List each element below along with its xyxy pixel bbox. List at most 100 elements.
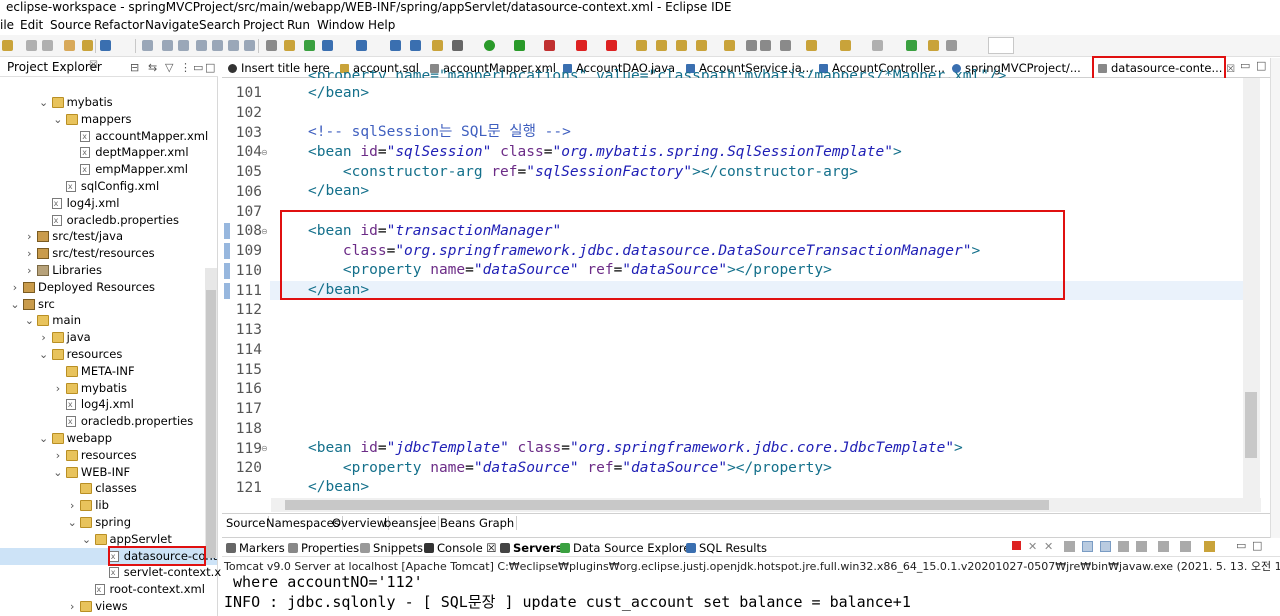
- fold-toggle-icon[interactable]: ⊖: [261, 148, 268, 157]
- previous-annotation-icon[interactable]: [780, 40, 791, 51]
- tree-item[interactable]: sqlConfig.xml: [0, 178, 205, 195]
- chevron-down-icon[interactable]: ⌄: [53, 111, 63, 128]
- tree-item[interactable]: › src/test/resources: [0, 245, 205, 262]
- chevron-right-icon[interactable]: ›: [24, 228, 34, 245]
- word-wrap-icon[interactable]: [1100, 541, 1111, 552]
- skip-breakpoints-icon[interactable]: [142, 40, 153, 51]
- run-icon[interactable]: [484, 40, 495, 51]
- tree-item[interactable]: ⌄ spring: [0, 514, 205, 531]
- tree-item[interactable]: META-INF: [0, 363, 205, 380]
- new-icon[interactable]: [2, 40, 13, 51]
- tab-source[interactable]: Source: [224, 516, 269, 530]
- tree-item[interactable]: oracledb.properties: [0, 413, 205, 430]
- tree-item[interactable]: ⌄ appServlet: [0, 531, 205, 548]
- scroll-lock-icon[interactable]: [1082, 541, 1093, 552]
- new-package-icon[interactable]: [656, 40, 667, 51]
- tree-item[interactable]: ⌄ mybatis: [0, 94, 205, 111]
- view-menu-icon[interactable]: ⋮: [180, 61, 191, 74]
- console-icon[interactable]: [100, 40, 111, 51]
- chevron-right-icon[interactable]: ›: [67, 598, 77, 615]
- chevron-down-icon[interactable]: ⌄: [10, 296, 20, 313]
- explorer-scrollbar-thumb[interactable]: [206, 290, 216, 558]
- fold-toggle-icon[interactable]: ⊖: [261, 227, 268, 236]
- tree-item[interactable]: servlet-context.x: [0, 564, 221, 581]
- disconnect-icon[interactable]: [606, 40, 617, 51]
- new-java-project-icon[interactable]: [636, 40, 647, 51]
- chevron-right-icon[interactable]: ›: [53, 380, 63, 397]
- debug-icon[interactable]: [452, 40, 463, 51]
- tree-item[interactable]: › Libraries: [0, 262, 205, 279]
- chevron-down-icon[interactable]: ⌄: [24, 312, 34, 329]
- tree-item[interactable]: ⌄ src: [0, 296, 205, 313]
- tree-item[interactable]: ⌄ main: [0, 312, 205, 329]
- forward-icon[interactable]: [872, 40, 883, 51]
- menu-run[interactable]: Run: [287, 18, 310, 32]
- tab-properties[interactable]: Properties: [288, 541, 359, 555]
- tree-item[interactable]: ⌄ resources: [0, 346, 205, 363]
- menu-refactor[interactable]: Refactor: [94, 18, 144, 32]
- tab-markers[interactable]: Markers: [226, 541, 285, 555]
- open-browser-icon[interactable]: [410, 40, 421, 51]
- menu-search[interactable]: Search: [199, 18, 240, 32]
- tree-item[interactable]: oracledb.properties: [0, 212, 205, 229]
- tab-overview[interactable]: Overview: [330, 516, 390, 530]
- menu-help[interactable]: Help: [368, 18, 395, 32]
- editor-tab-active[interactable]: datasource-conte... ☒: [1098, 60, 1235, 77]
- editor-vertical-scrollbar-thumb[interactable]: [1245, 392, 1257, 458]
- tab-beans[interactable]: beans: [382, 516, 422, 530]
- maximize-icon[interactable]: □: [1252, 539, 1262, 552]
- globe-icon[interactable]: [390, 40, 401, 51]
- menu-window[interactable]: Window: [317, 18, 364, 32]
- editor-horizontal-scrollbar-thumb[interactable]: [285, 500, 1049, 510]
- chevron-right-icon[interactable]: ›: [24, 262, 34, 279]
- menu-file[interactable]: ile: [0, 18, 14, 32]
- last-edit-icon[interactable]: [806, 40, 817, 51]
- tree-item[interactable]: › java: [0, 329, 205, 346]
- menu-source[interactable]: Source: [50, 18, 91, 32]
- tab-console[interactable]: Console ☒: [424, 541, 497, 555]
- refresh-icon[interactable]: [304, 40, 315, 51]
- tab-snippets[interactable]: Snippets: [360, 541, 423, 555]
- open-console-icon[interactable]: [1204, 541, 1215, 552]
- show-on-error-icon[interactable]: [1136, 541, 1147, 552]
- chevron-down-icon[interactable]: ⌄: [53, 464, 63, 481]
- pin-icon[interactable]: [746, 40, 757, 51]
- tree-item[interactable]: classes: [0, 480, 205, 497]
- tab-jee[interactable]: jee: [417, 516, 440, 530]
- quick-access-dropdown[interactable]: [988, 37, 1014, 54]
- open-type-icon[interactable]: [82, 40, 93, 51]
- tree-item[interactable]: accountMapper.xml: [0, 128, 208, 145]
- print-icon[interactable]: [64, 40, 75, 51]
- filter-icon[interactable]: ▽: [165, 61, 173, 74]
- clear-console-icon[interactable]: [1064, 541, 1075, 552]
- collapse-all-icon[interactable]: ⊟: [130, 61, 139, 74]
- save-all-icon[interactable]: [42, 40, 53, 51]
- tree-item[interactable]: ⌄ mappers: [0, 111, 205, 128]
- maximize-icon[interactable]: □: [1256, 59, 1266, 72]
- open-task-icon[interactable]: [696, 40, 707, 51]
- back-icon[interactable]: [840, 40, 851, 51]
- run-server-icon[interactable]: [356, 40, 367, 51]
- display-console-icon[interactable]: [1180, 541, 1191, 552]
- annotation-icon[interactable]: [724, 40, 735, 51]
- terminate-icon[interactable]: [1012, 541, 1021, 550]
- external-tools-icon[interactable]: [544, 40, 555, 51]
- search-icon[interactable]: [432, 40, 443, 51]
- chevron-right-icon[interactable]: ›: [67, 497, 77, 514]
- stop-icon[interactable]: [576, 40, 587, 51]
- drop-to-frame-icon[interactable]: [266, 40, 277, 51]
- remove-launch-icon[interactable]: ✕: [1028, 540, 1037, 553]
- chevron-right-icon[interactable]: ›: [53, 447, 63, 464]
- step-into-icon[interactable]: [212, 40, 223, 51]
- tree-item[interactable]: log4j.xml: [0, 195, 205, 212]
- tab-servers[interactable]: Servers: [500, 541, 563, 555]
- console-output[interactable]: where accountNO='112' INFO : jdbc.sqlonly…: [224, 572, 1274, 616]
- tree-item[interactable]: empMapper.xml: [0, 161, 205, 178]
- menu-navigate[interactable]: Navigate: [145, 18, 199, 32]
- new-class-icon[interactable]: [676, 40, 687, 51]
- tree-item[interactable]: deptMapper.xml: [0, 144, 205, 161]
- tree-item[interactable]: › resources: [0, 447, 205, 464]
- menu-project[interactable]: Project: [243, 18, 284, 32]
- chevron-right-icon[interactable]: ›: [24, 245, 34, 262]
- tree-item[interactable]: datasource-cont: [0, 547, 218, 565]
